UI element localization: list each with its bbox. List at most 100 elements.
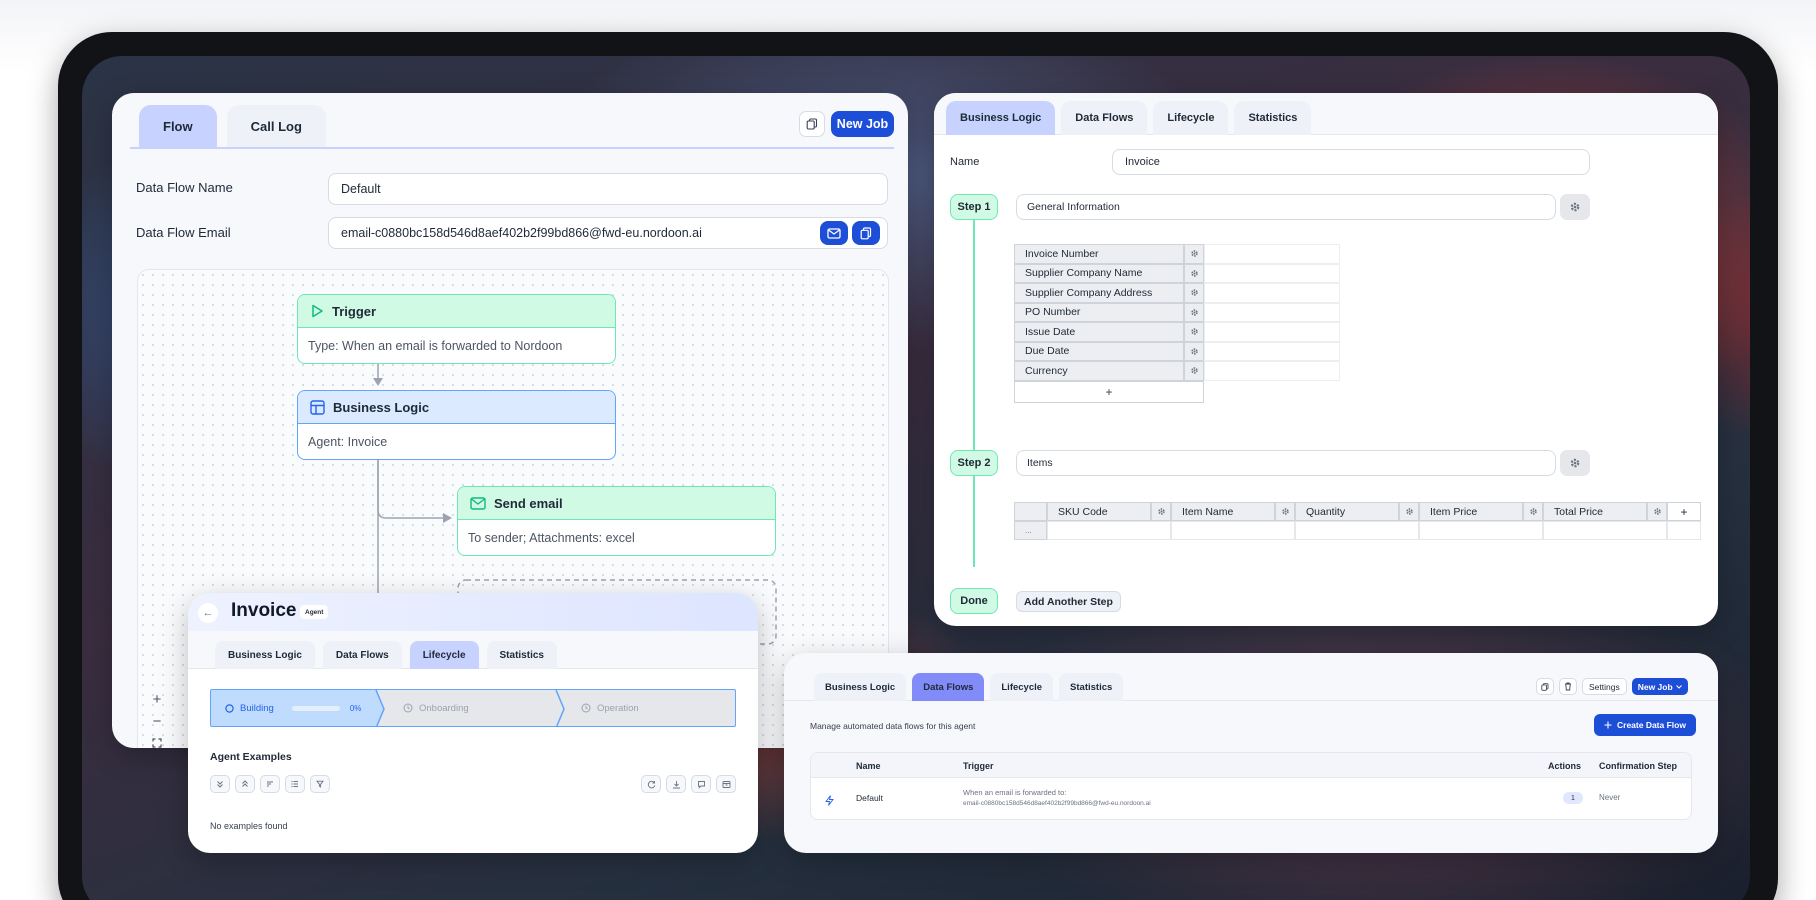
tab-lifecycle[interactable]: Lifecycle (990, 673, 1054, 701)
archive-button[interactable] (716, 775, 736, 793)
copy-button[interactable] (1536, 678, 1554, 695)
field-name[interactable]: PO Number (1014, 302, 1184, 322)
column-settings-button[interactable] (1523, 502, 1543, 521)
table-row[interactable]: Default When an email is forwarded to: e… (811, 778, 1691, 819)
field-name[interactable]: Supplier Company Name (1014, 263, 1184, 283)
items-table-row[interactable]: ... (1014, 521, 1701, 540)
email-copy-button[interactable] (852, 221, 880, 245)
agent-name-input[interactable]: Invoice (1112, 149, 1590, 175)
tab-data-flows[interactable]: Data Flows (912, 673, 985, 701)
column-header[interactable]: SKU Code (1047, 502, 1151, 521)
column-settings-button[interactable] (1647, 502, 1667, 521)
trigger-body: Type: When an email is forwarded to Nord… (308, 338, 563, 353)
step-2-name-input[interactable]: Items (1016, 450, 1556, 476)
collapse-all-button[interactable] (210, 775, 230, 793)
field-name[interactable]: Supplier Company Address (1014, 283, 1184, 303)
field-settings-button[interactable] (1184, 322, 1204, 342)
field-settings-button[interactable] (1184, 244, 1204, 264)
field-settings-button[interactable] (1184, 283, 1204, 303)
field-row[interactable]: Supplier Company Name (1014, 263, 1340, 283)
item-cell-empty (1667, 521, 1701, 540)
stage-onboarding[interactable]: Onboarding (403, 690, 469, 726)
expand-all-button[interactable] (235, 775, 255, 793)
step-2-settings-button[interactable] (1560, 450, 1590, 476)
item-cell[interactable] (1295, 521, 1419, 540)
field-row[interactable]: Supplier Company Address (1014, 283, 1340, 303)
add-field-button[interactable]: + (1014, 380, 1204, 403)
new-job-button[interactable]: New Job (1631, 678, 1688, 695)
column-header[interactable]: Item Name (1171, 502, 1275, 521)
field-row[interactable]: Due Date (1014, 341, 1340, 361)
item-cell[interactable] (1543, 521, 1667, 540)
send-email-node[interactable]: Send email To sender; Attachments: excel (457, 486, 776, 556)
tab-statistics[interactable]: Statistics (1234, 101, 1312, 135)
tab-statistics[interactable]: Statistics (486, 641, 557, 669)
trigger-node[interactable]: Trigger Type: When an email is forwarded… (297, 294, 616, 364)
column-header[interactable]: Quantity (1295, 502, 1399, 521)
back-button[interactable]: ← (198, 603, 218, 623)
item-cell[interactable] (1419, 521, 1543, 540)
data-flow-name-input[interactable]: Default (328, 173, 888, 205)
row-marker: ... (1014, 521, 1047, 540)
field-row[interactable]: Issue Date (1014, 322, 1340, 342)
step-1-settings-button[interactable] (1560, 194, 1590, 220)
data-flow-email-input[interactable]: email-c0880bc158d546d8aef402b2f99bd866@f… (328, 217, 888, 249)
tab-business-logic[interactable]: Business Logic (946, 101, 1056, 135)
tab-lifecycle[interactable]: Lifecycle (1153, 101, 1229, 135)
field-row[interactable]: Invoice Number (1014, 244, 1340, 264)
field-row[interactable]: PO Number (1014, 302, 1340, 322)
list-button[interactable] (285, 775, 305, 793)
tab-data-flows[interactable]: Data Flows (1061, 101, 1148, 135)
tab-lifecycle[interactable]: Lifecycle (409, 641, 479, 669)
settings-button[interactable]: Settings (1582, 678, 1627, 695)
delete-button[interactable] (1559, 678, 1577, 695)
field-name[interactable]: Issue Date (1014, 322, 1184, 342)
field-settings-button[interactable] (1184, 302, 1204, 322)
field-name[interactable]: Invoice Number (1014, 244, 1184, 264)
row-trigger-line1: When an email is forwarded to: (963, 788, 1067, 797)
column-header-label: Item Price (1430, 505, 1478, 518)
add-column-button[interactable]: + (1667, 502, 1701, 521)
new-job-button[interactable]: New Job (831, 111, 894, 137)
step-1-name-input[interactable]: General Information (1016, 194, 1556, 220)
column-header[interactable]: Item Price (1419, 502, 1523, 521)
tab-flow[interactable]: Flow (139, 105, 217, 147)
circle-icon (225, 703, 234, 713)
sort-button[interactable] (260, 775, 280, 793)
download-button[interactable] (666, 775, 686, 793)
refresh-button[interactable] (641, 775, 661, 793)
filter-button[interactable] (310, 775, 330, 793)
column-header[interactable]: Total Price (1543, 502, 1647, 521)
zoom-out-button[interactable]: − (146, 712, 168, 730)
step-2-label: Step 2 (950, 450, 998, 476)
tab-data-flows[interactable]: Data Flows (322, 641, 402, 669)
comment-button[interactable] (691, 775, 711, 793)
tab-call-log[interactable]: Call Log (226, 105, 326, 147)
item-cell[interactable] (1047, 521, 1171, 540)
column-settings-button[interactable] (1399, 502, 1419, 521)
add-another-step-button[interactable]: Add Another Step (1016, 591, 1121, 612)
column-settings-button[interactable] (1151, 502, 1171, 521)
create-data-flow-button[interactable]: Create Data Flow (1594, 714, 1696, 736)
data-flow-email-label: Data Flow Email (136, 225, 231, 240)
zoom-in-button[interactable]: + (146, 690, 168, 708)
field-row[interactable]: Currency (1014, 361, 1340, 381)
tab-business-logic[interactable]: Business Logic (814, 673, 907, 701)
stage-building[interactable]: Building 0% (225, 690, 361, 726)
field-settings-button[interactable] (1184, 361, 1204, 381)
field-name[interactable]: Due Date (1014, 341, 1184, 361)
business-logic-node[interactable]: Business Logic Agent: Invoice (297, 390, 616, 460)
gear-icon (1281, 508, 1289, 515)
fit-view-button[interactable] (146, 734, 168, 748)
field-settings-button[interactable] (1184, 263, 1204, 283)
gear-icon (1157, 508, 1165, 515)
column-settings-button[interactable] (1275, 502, 1295, 521)
copy-button[interactable] (799, 111, 825, 137)
stage-operation[interactable]: Operation (581, 690, 639, 726)
field-settings-button[interactable] (1184, 341, 1204, 361)
field-name[interactable]: Currency (1014, 361, 1184, 381)
tab-statistics[interactable]: Statistics (1059, 673, 1124, 701)
tab-business-logic[interactable]: Business Logic (215, 641, 315, 669)
item-cell[interactable] (1171, 521, 1295, 540)
email-send-button[interactable] (820, 221, 848, 245)
